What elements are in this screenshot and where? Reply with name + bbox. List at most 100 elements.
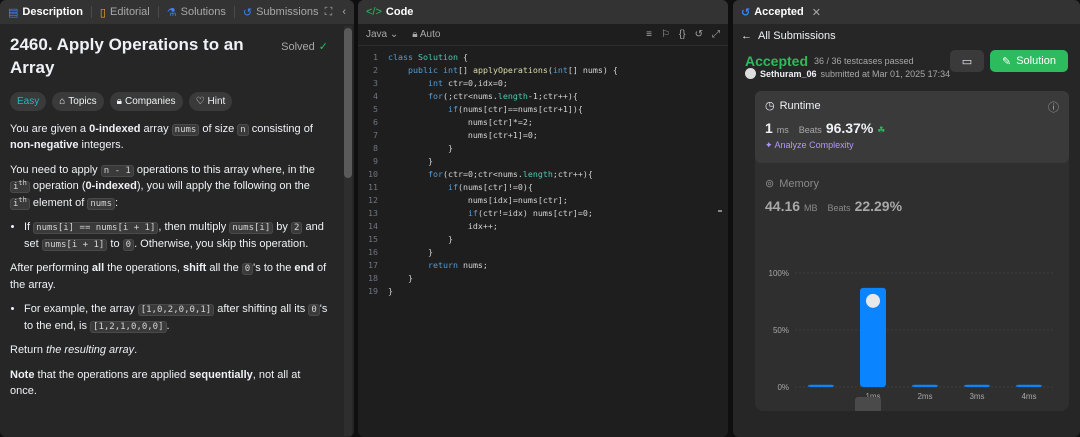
paragraph-intro: You are given a 0-indexed array nums of … <box>10 122 313 152</box>
code-text: for(;ctr<nums.length-1;ctr++){ <box>427 91 578 101</box>
memory-beats: 22.29% <box>854 198 903 214</box>
chevron-down-icon: ⌄ <box>389 29 399 40</box>
close-icon[interactable]: ✕ <box>812 6 821 19</box>
code-text: nums[ctr]*=2; <box>388 117 533 127</box>
code-text: int ctr=0,idx=0; <box>427 78 508 88</box>
code-line[interactable]: 12 nums[idx]=nums[ctr]; <box>358 195 728 208</box>
code-text: if(nums[ctr]!=0){ <box>447 182 533 192</box>
tag-row: Easy ⌂ Topics 🔒︎ Companies ♡ Hint <box>10 91 328 111</box>
hint-tag[interactable]: ♡ Hint <box>188 91 233 111</box>
description-icon: ▤ <box>8 6 19 19</box>
code-line[interactable]: 14 idx++; <box>358 221 728 234</box>
line-number: 12 <box>368 195 378 205</box>
user-avatar-marker <box>866 293 880 308</box>
code-line[interactable]: 3 int ctr=0,idx=0; <box>358 78 728 91</box>
tab-editorial[interactable]: ▯ Editorial <box>100 6 150 19</box>
x-tick-label: 4ms <box>1021 392 1036 401</box>
code-line[interactable]: 13 if(ctr!=idx) nums[ctr]=0; <box>358 208 728 221</box>
line-number: 19 <box>368 286 378 296</box>
tab-description[interactable]: ▤ Description <box>8 6 83 19</box>
line-number: 7 <box>373 130 378 140</box>
tab-accepted[interactable]: ↺ Accepted ✕ <box>741 6 821 19</box>
line-number: 4 <box>373 91 378 101</box>
lock-icon: 🔒︎ <box>116 95 122 107</box>
code-text: class Solution { <box>388 52 468 62</box>
chart-bar[interactable] <box>1016 384 1042 387</box>
code-line[interactable]: 15 } <box>358 234 728 247</box>
code-editor[interactable]: 1 class Solution { 2 public int[] applyOpe… <box>358 46 728 299</box>
username[interactable]: Sethuram_06 <box>760 69 817 79</box>
code-line[interactable]: 18 } <box>358 273 728 286</box>
chart-bar[interactable] <box>964 384 990 387</box>
runtime-card[interactable]: ◷ Runtime ⓘ 1 ms Beats 96.37% ☘ ✦ Analyze… <box>755 91 1069 163</box>
line-number: 11 <box>368 182 378 192</box>
memory-card[interactable]: ⊚ Memory 44.16 MB Beats 22.29% <box>755 163 1069 215</box>
runtime-value: 1 <box>765 120 773 136</box>
analyze-complexity-link[interactable]: ✦ Analyze Complexity <box>765 140 1059 151</box>
list-item: For example, the array [1,0,2,0,0,1] aft… <box>24 301 328 334</box>
code-text: idx++; <box>388 221 498 231</box>
code-line[interactable]: 7 nums[ctr+1]=0; <box>358 130 728 143</box>
line-number: 3 <box>373 78 378 88</box>
book-icon: ▭ <box>961 55 973 68</box>
code-icon: </> <box>366 6 382 18</box>
code-line[interactable]: 10 for(ctr=0;ctr<nums.length;ctr++){ <box>358 169 728 182</box>
code-line[interactable]: 2 public int[] applyOperations(int[] num… <box>358 65 728 78</box>
leaf-icon: ☘ <box>877 125 886 135</box>
reset-icon[interactable]: ↺ <box>695 29 703 40</box>
y-tick-label: 50% <box>773 326 789 335</box>
solution-button[interactable]: ✎ Solution <box>990 50 1068 72</box>
code-scroll-marker <box>718 210 722 212</box>
line-number: 10 <box>368 169 378 179</box>
code-text: public int[] applyOperations(int[] nums)… <box>407 65 618 75</box>
auto-mode[interactable]: 🔒︎ Auto <box>412 29 440 40</box>
line-number: 14 <box>368 221 378 231</box>
topics-tag[interactable]: ⌂ Topics <box>52 91 104 111</box>
code-line[interactable]: 11 if(nums[ctr]!=0){ <box>358 182 728 195</box>
chart-scroll-thumb[interactable] <box>855 397 881 411</box>
tab-solutions[interactable]: ⚗ Solutions <box>167 6 226 19</box>
code-text: } <box>388 156 433 166</box>
lock-icon: 🔒︎ <box>412 29 418 40</box>
line-number: 1 <box>373 52 378 62</box>
all-submissions-link[interactable]: ← All Submissions <box>733 24 1080 48</box>
code-line[interactable]: 6 nums[ctr]*=2; <box>358 117 728 130</box>
code-text: return nums; <box>427 260 488 270</box>
chart-bar[interactable] <box>912 384 938 387</box>
info-icon[interactable]: ⓘ <box>1048 99 1059 115</box>
collapse-icon[interactable]: ‹ <box>342 6 346 19</box>
flask-icon: ⚗ <box>166 6 177 19</box>
tag-icon: ⌂ <box>59 95 66 107</box>
code-line[interactable]: 16 } <box>358 247 728 260</box>
code-line[interactable]: 19} <box>358 286 728 299</box>
expand-icon[interactable]: ⤢ <box>712 29 720 40</box>
line-number: 2 <box>373 65 378 75</box>
result-panel: ↺ Accepted ✕ ← All Submissions Accepted … <box>733 0 1080 437</box>
paragraph-operations: You need to apply n - 1 operations to th… <box>10 163 315 210</box>
tab-submissions[interactable]: ↺ Submissions <box>243 6 319 19</box>
problem-title[interactable]: 2460. Apply Operations to an Array <box>10 34 280 80</box>
code-line[interactable]: 9 } <box>358 156 728 169</box>
code-line[interactable]: 1 class Solution { <box>358 52 728 65</box>
braces-icon[interactable]: {} <box>679 29 686 40</box>
code-line[interactable]: 5 if(nums[ctr]==nums[ctr+1]){ <box>358 104 728 117</box>
language-select[interactable]: Java ⌄ <box>366 29 398 40</box>
code-line[interactable]: 17 return nums; <box>358 260 728 273</box>
code-text: nums[ctr+1]=0; <box>388 130 538 140</box>
tab-divider <box>233 6 235 18</box>
avatar[interactable] <box>745 68 756 79</box>
editorial-button[interactable]: ▭ <box>950 50 984 72</box>
format-icon[interactable]: ≡ <box>646 29 652 40</box>
description-scrollbar-thumb[interactable] <box>344 28 352 178</box>
bookmark-icon[interactable]: ⚐ <box>661 29 670 40</box>
companies-tag[interactable]: 🔒︎ Companies <box>109 91 183 111</box>
result-tab-bar: ↺ Accepted ✕ <box>733 0 1080 24</box>
maximize-icon[interactable]: ⛶ <box>325 6 333 19</box>
code-line[interactable]: 8 } <box>358 143 728 156</box>
line-number: 6 <box>373 117 378 127</box>
code-line[interactable]: 4 for(;ctr<nums.length-1;ctr++){ <box>358 91 728 104</box>
clock-icon: ◷ <box>765 100 775 112</box>
chart-bar[interactable] <box>808 384 834 387</box>
testcases-passed: 36 / 36 testcases passed <box>814 56 914 66</box>
runtime-distribution-chart[interactable]: 100%50%0%1ms2ms3ms4ms <box>755 251 1069 411</box>
